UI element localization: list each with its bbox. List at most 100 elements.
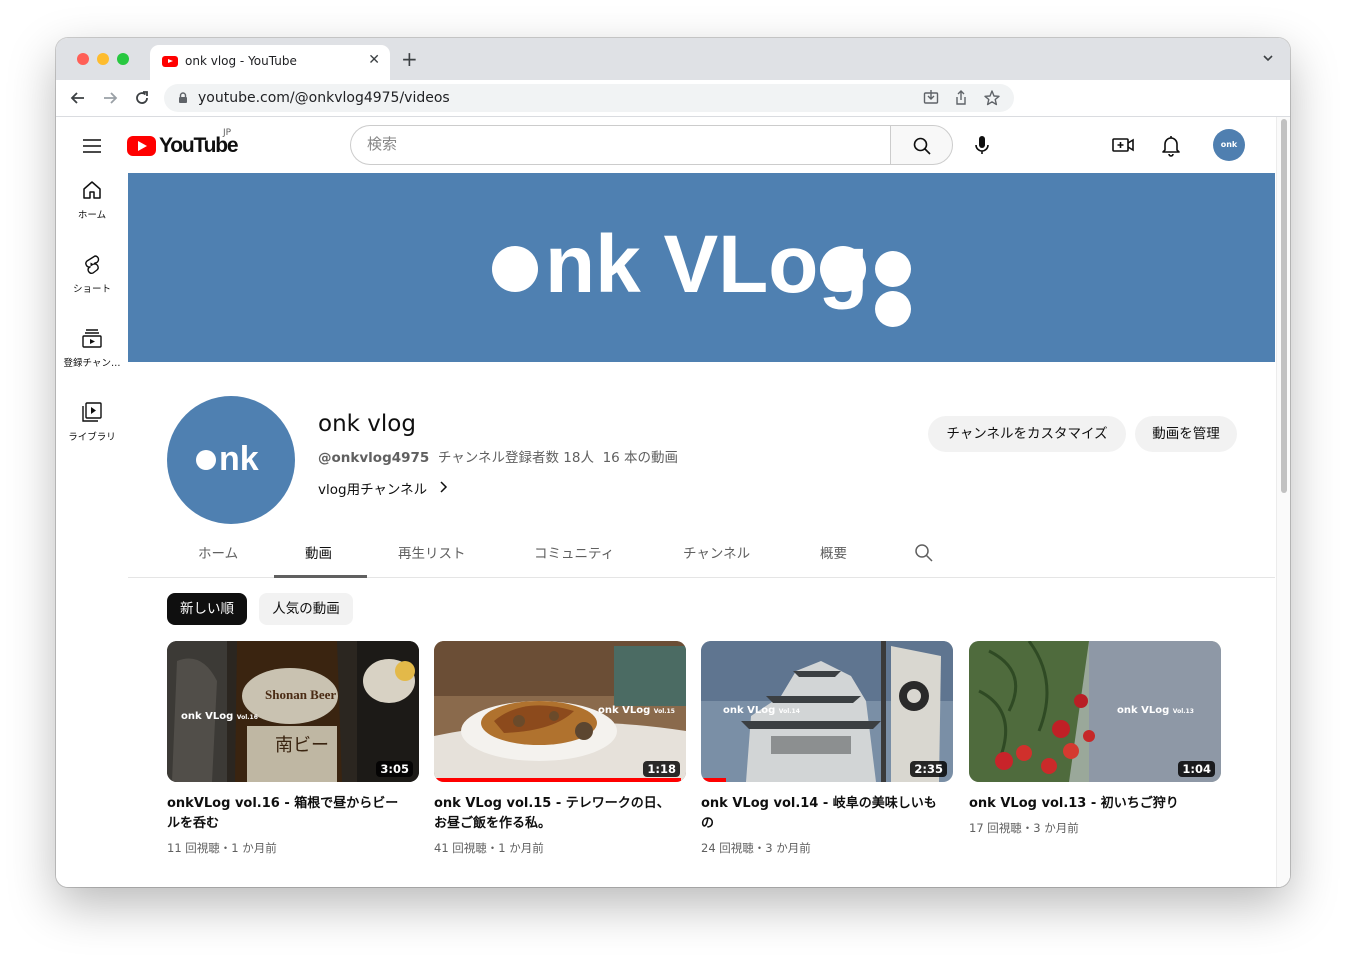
- channel-avatar: nk: [167, 396, 295, 524]
- video-card[interactable]: onk VLog Vol.15 1:18 onk VLog vol.15 - テ…: [434, 641, 686, 871]
- video-meta: 41 回視聴・1 か月前: [434, 841, 544, 855]
- search-icon: [913, 137, 931, 155]
- guide-item-subscriptions[interactable]: 登録チャン…: [56, 321, 128, 381]
- video-title[interactable]: onk VLog vol.14 - 岐阜の美味しいもの: [701, 794, 941, 834]
- tab-bar: onk vlog - YouTube ✕ +: [56, 38, 1290, 80]
- tab-close-icon[interactable]: ✕: [368, 52, 380, 68]
- address-bar[interactable]: youtube.com/@onkvlog4975/videos: [164, 84, 1014, 112]
- svg-text:nk VLog: nk VLog: [545, 219, 868, 310]
- video-thumbnail[interactable]: onk VLog Vol.14 2:35: [701, 641, 953, 782]
- guide-label: 登録チャン…: [63, 358, 121, 369]
- upload-age: 3 か月前: [765, 841, 811, 855]
- video-meta: 11 回視聴・1 か月前: [167, 841, 277, 855]
- video-card[interactable]: onk VLog Vol.13 1:04 onk VLog vol.13 - 初…: [969, 641, 1221, 871]
- tab-title: onk vlog - YouTube: [185, 54, 297, 68]
- forward-arrow-icon[interactable]: [100, 88, 120, 108]
- reload-icon[interactable]: [132, 88, 152, 108]
- chevron-right-icon[interactable]: [438, 480, 450, 494]
- channel-handle: @onkvlog4975: [318, 450, 430, 466]
- share-icon[interactable]: [952, 89, 970, 107]
- tab-playlists[interactable]: 再生リスト: [398, 542, 466, 562]
- url-text: youtube.com/@onkvlog4975/videos: [198, 90, 450, 106]
- back-arrow-icon[interactable]: [68, 88, 88, 108]
- microphone-icon[interactable]: [966, 129, 998, 161]
- tab-community[interactable]: コミュニティ: [534, 542, 614, 562]
- tab-home[interactable]: ホーム: [198, 542, 238, 562]
- video-meta: 17 回視聴・3 か月前: [969, 821, 1079, 835]
- close-window-button[interactable]: [77, 53, 89, 65]
- guide-item-shorts[interactable]: ショート: [56, 247, 128, 307]
- channel-meta: @onkvlog4975 チャンネル登録者数 18人 16 本の動画: [318, 446, 678, 466]
- search-button[interactable]: [890, 125, 953, 165]
- video-duration: 1:04: [1178, 761, 1215, 777]
- home-icon: [83, 181, 101, 199]
- video-thumbnail[interactable]: Shonan Beer 南ビー onk VLog Vol.16 3:05: [167, 641, 419, 782]
- guide-item-home[interactable]: ホーム: [56, 173, 128, 233]
- manage-videos-button[interactable]: 動画を管理: [1135, 416, 1237, 452]
- svg-text:nk: nk: [219, 440, 259, 478]
- browser-toolbar: youtube.com/@onkvlog4975/videos: [56, 80, 1290, 117]
- lock-icon: [179, 92, 187, 103]
- video-thumbnail[interactable]: onk VLog Vol.15 1:18: [434, 641, 686, 782]
- thumbnail-watermark: onk VLog Vol.16: [181, 711, 258, 722]
- minimize-window-button[interactable]: [97, 53, 109, 65]
- search-input[interactable]: [367, 135, 867, 153]
- guide-item-library[interactable]: ライブラリ: [56, 395, 128, 455]
- hamburger-menu-icon[interactable]: [82, 138, 102, 154]
- account-avatar[interactable]: onk: [1213, 129, 1245, 161]
- page-content: YouTube JP onk ホーム ショート 登録チャン…: [56, 117, 1290, 887]
- search-box: [350, 125, 891, 165]
- upload-age: 3 か月前: [1033, 821, 1079, 835]
- customize-channel-button[interactable]: チャンネルをカスタマイズ: [928, 416, 1126, 452]
- sort-popular-chip[interactable]: 人気の動画: [259, 593, 353, 625]
- shorts-icon: [85, 255, 100, 274]
- new-tab-button[interactable]: +: [401, 49, 418, 69]
- youtube-logo[interactable]: YouTube JP: [127, 128, 242, 158]
- video-count: 16 本の動画: [602, 450, 679, 466]
- banner-logo: nk VLog: [492, 219, 911, 327]
- browser-tab[interactable]: onk vlog - YouTube ✕: [150, 45, 390, 80]
- video-meta: 24 回視聴・3 か月前: [701, 841, 811, 855]
- sort-newest-chip[interactable]: 新しい順: [167, 593, 247, 625]
- scrollbar-thumb[interactable]: [1281, 119, 1287, 493]
- channel-search-icon[interactable]: [914, 543, 934, 563]
- svg-text:南ビー: 南ビー: [275, 735, 329, 756]
- guide-label: ショート: [72, 284, 111, 295]
- guide-label: ライブラリ: [68, 432, 116, 443]
- channel-name: onk vlog: [318, 411, 416, 437]
- youtube-favicon-icon: [162, 56, 178, 67]
- video-title[interactable]: onkVLog vol.16 - 箱根で昼からビールを呑む: [167, 794, 407, 834]
- install-app-icon[interactable]: [922, 89, 940, 107]
- video-card[interactable]: Shonan Beer 南ビー onk VLog Vol.16 3:05 onk…: [167, 641, 419, 871]
- watch-progress-bar: [434, 778, 681, 782]
- thumbnail-watermark: onk VLog Vol.14: [723, 705, 800, 716]
- create-video-icon[interactable]: [1108, 130, 1138, 160]
- browser-window: onk vlog - YouTube ✕ + youtube.com/@onkv…: [56, 38, 1290, 887]
- tab-channels[interactable]: チャンネル: [683, 542, 750, 562]
- page-scrollbar[interactable]: [1276, 117, 1290, 887]
- youtube-play-logo-icon: [127, 136, 156, 156]
- bookmark-star-icon[interactable]: [983, 89, 1001, 107]
- tab-videos[interactable]: 動画: [305, 542, 332, 562]
- view-count: 11 回視聴: [167, 841, 220, 855]
- notifications-bell-icon[interactable]: [1156, 130, 1186, 160]
- maximize-window-button[interactable]: [117, 53, 129, 65]
- subscriptions-icon: [82, 329, 102, 348]
- tab-list-chevron-icon[interactable]: [1262, 52, 1274, 64]
- video-card[interactable]: onk VLog Vol.14 2:35 onk VLog vol.14 - 岐…: [701, 641, 953, 871]
- tab-about[interactable]: 概要: [820, 542, 847, 562]
- video-title[interactable]: onk VLog vol.13 - 初いちご狩り: [969, 794, 1209, 814]
- video-thumbnail[interactable]: onk VLog Vol.13 1:04: [969, 641, 1221, 782]
- guide-label: ホーム: [77, 210, 107, 221]
- region-code: JP: [223, 128, 232, 138]
- channel-description[interactable]: vlog用チャンネル: [318, 478, 427, 498]
- upload-age: 1 か月前: [231, 841, 277, 855]
- video-title[interactable]: onk VLog vol.15 - テレワークの日、お昼ご飯を作る私。: [434, 794, 674, 834]
- channel-avatar-logo: nk: [196, 440, 259, 478]
- upload-age: 1 か月前: [498, 841, 544, 855]
- thumbnail-watermark: onk VLog Vol.15: [598, 705, 675, 716]
- library-icon: [82, 402, 102, 422]
- active-tab-underline: [274, 575, 367, 578]
- svg-text:Shonan Beer: Shonan Beer: [265, 687, 336, 702]
- channel-tabs: ホーム 動画 再生リスト コミュニティ チャンネル 概要: [128, 528, 1275, 578]
